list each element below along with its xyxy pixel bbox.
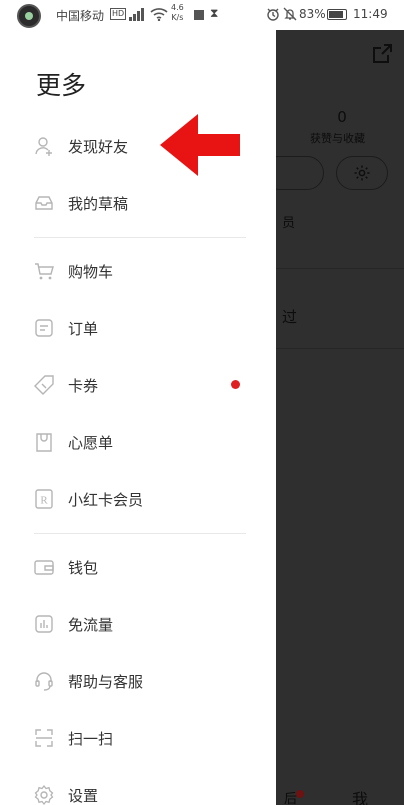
signal-icon xyxy=(129,8,144,21)
menu-item-data-free[interactable]: 免流量 xyxy=(0,601,276,647)
menu-item-label: 心愿单 xyxy=(68,433,114,452)
wallet-icon xyxy=(34,560,54,575)
settings-icon xyxy=(34,784,54,805)
carrier-name: 中国移动 xyxy=(56,9,105,23)
background-divider xyxy=(276,348,404,349)
menu-item-scan[interactable]: 扫一扫 xyxy=(0,715,276,761)
background-member-text: 员 xyxy=(282,216,296,231)
background-divider xyxy=(276,268,404,269)
cart-icon xyxy=(35,263,54,280)
mute-icon xyxy=(283,7,297,21)
background-bottom-tab[interactable]: 后 xyxy=(284,788,297,805)
background-count: 0 xyxy=(337,108,347,126)
menu-item-label: 小红卡会员 xyxy=(68,490,144,509)
menu-item-label: 订单 xyxy=(68,319,99,338)
orders-icon xyxy=(35,319,53,337)
drawer-title: 更多 xyxy=(36,71,87,100)
menu-item-label: 我的草稿 xyxy=(68,194,129,213)
menu-item-wallet[interactable]: 钱包 xyxy=(0,544,276,590)
menu-item-coupons[interactable]: 卡券 xyxy=(0,362,276,408)
status-bar: 中国移动 HD 4.6 K/s ⧗ 83% 11:49 xyxy=(0,0,404,30)
alarm-icon xyxy=(267,8,279,21)
menu-divider xyxy=(34,237,246,238)
scan-icon xyxy=(35,729,53,747)
hd-badge: HD xyxy=(110,8,127,20)
menu-item-help-support[interactable]: 帮助与客服 xyxy=(0,658,276,704)
app-notification-icon xyxy=(17,4,41,28)
battery-icon xyxy=(327,9,347,20)
menu-item-wishlist[interactable]: 心愿单 xyxy=(0,419,276,465)
menu-item-orders[interactable]: 订单 xyxy=(0,305,276,351)
wifi-icon xyxy=(150,8,168,21)
menu-item-cart[interactable]: 购物车 xyxy=(0,248,276,294)
network-speed: 4.6 K/s xyxy=(171,3,184,22)
screen-record-icon xyxy=(194,10,204,20)
background-text: 过 xyxy=(282,308,298,326)
svg-text:R: R xyxy=(40,495,48,507)
menu-item-label: 免流量 xyxy=(68,615,114,634)
hourglass-icon: ⧗ xyxy=(210,6,219,20)
menu-item-label: 购物车 xyxy=(68,262,114,281)
support-icon xyxy=(35,672,53,691)
background-likes-label: 获赞与收藏 xyxy=(310,132,365,145)
menu-item-label: 扫一扫 xyxy=(68,729,114,748)
menu-item-label: 帮助与客服 xyxy=(68,672,144,691)
share-icon xyxy=(373,44,392,63)
menu-item-membership[interactable]: R 小红卡会员 xyxy=(0,476,276,522)
menu-item-label: 设置 xyxy=(68,786,99,805)
new-badge-dot xyxy=(231,380,240,389)
menu-divider xyxy=(34,533,246,534)
battery-percent: 83% xyxy=(299,7,326,21)
background-settings-button[interactable] xyxy=(336,156,388,190)
menu-item-label: 钱包 xyxy=(68,558,99,577)
menu-item-label: 卡券 xyxy=(68,376,99,395)
menu-item-drafts[interactable]: 我的草稿 xyxy=(0,180,276,226)
gear-icon xyxy=(354,165,370,181)
data-free-icon xyxy=(35,615,53,633)
membership-icon: R xyxy=(35,489,53,509)
drafts-icon xyxy=(35,196,53,210)
menu-item-label: 发现好友 xyxy=(68,137,129,156)
notification-dot xyxy=(296,790,304,798)
wishlist-icon xyxy=(36,433,52,452)
tab-me[interactable]: 我 xyxy=(352,786,368,805)
red-arrow-annotation xyxy=(160,114,240,176)
add-friend-icon xyxy=(35,137,52,156)
coupon-icon xyxy=(34,375,54,395)
menu-item-settings[interactable]: 设置 xyxy=(0,772,276,805)
clock: 11:49 xyxy=(353,7,388,21)
